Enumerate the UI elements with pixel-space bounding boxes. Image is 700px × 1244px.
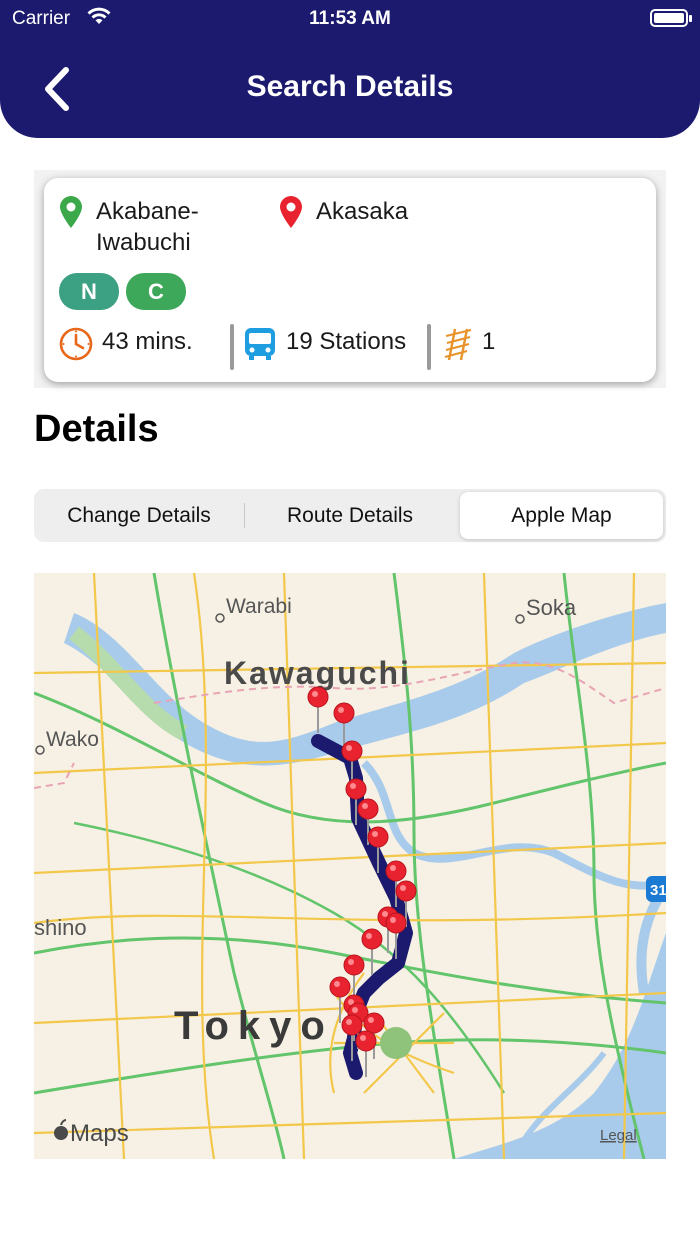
duration-text: 43 mins. [102,328,193,355]
station-pin-highlight [390,865,396,871]
station-pin-icon[interactable] [357,798,379,820]
destination-station: Akasaka [316,198,409,225]
station-pin-icon[interactable] [341,1014,363,1036]
tab-route-details[interactable]: Route Details [245,489,455,542]
station-pin-highlight [362,803,368,809]
station-pin-highlight [360,1035,366,1041]
station-pin-icon[interactable] [367,826,389,848]
maps-attribution: Maps [70,1120,129,1147]
station-pin-highlight [372,831,378,837]
station-pin-highlight [366,933,372,939]
map-label-warabi: Warabi [226,595,292,618]
station-pin-icon[interactable] [363,1012,385,1034]
station-pin-highlight [390,917,396,923]
station-pin-highlight [348,959,354,965]
station-pin-highlight [368,1017,374,1023]
page-title: Search Details [246,70,454,103]
transfers-count: 1 [482,328,496,355]
station-pin-highlight [346,745,352,751]
station-pin-highlight [382,911,388,917]
details-segmented-control: Change Details Route Details Apple Map [34,489,666,542]
station-pin-icon[interactable] [343,954,365,976]
station-pin-highlight [352,1007,358,1013]
status-bar: Carrier 11:53 AM [0,6,700,30]
station-pin-icon[interactable] [361,928,383,950]
station-pin-highlight [400,885,406,891]
station-pin-highlight [346,1019,352,1025]
line-badge-n: N [59,273,119,310]
clock-icon [59,327,93,361]
map-canvas: Warabi Soka Kawaguchi Wako shino Tokyo 3… [34,573,666,1159]
destination-pin-icon [280,196,302,228]
stations-count: 19 Stations [286,328,407,355]
station-pin-icon[interactable] [395,880,417,902]
tab-apple-map[interactable]: Apple Map [460,492,663,539]
bus-icon [245,328,275,360]
station-pin-icon[interactable] [329,976,351,998]
station-pin-icon[interactable] [341,740,363,762]
station-pin-icon[interactable] [307,686,329,708]
route-shield-number: 31 [650,882,666,899]
station-pin-highlight [350,783,356,789]
stat-divider [230,324,234,370]
map-label-shino: shino [34,915,87,940]
station-pin-icon[interactable] [385,860,407,882]
map-label-tokyo: Tokyo [174,1004,334,1048]
line-badge-c: C [126,273,186,310]
clock-time: 11:53 AM [309,8,391,29]
origin-station: Akabane- Iwabuchi [96,198,199,256]
station-pin-icon[interactable] [355,1030,377,1052]
station-pin-icon[interactable] [333,702,355,724]
header-bar: Carrier 11:53 AM Search Details [0,0,700,138]
map-label-kawaguchi: Kawaguchi [224,655,411,691]
details-heading: Details [34,408,159,450]
station-pin-icon[interactable] [345,778,367,800]
stat-divider [427,324,431,370]
map-label-wako: Wako [46,728,99,751]
ladder-transfer-icon [444,328,472,361]
legal-link[interactable]: Legal [600,1127,637,1144]
station-pin-icon[interactable] [385,912,407,934]
battery-icon [650,9,692,27]
origin-pin-icon [60,196,82,228]
route-map[interactable]: Warabi Soka Kawaguchi Wako shino Tokyo 3… [34,573,666,1159]
station-pin-highlight [334,981,340,987]
tab-change-details[interactable]: Change Details [34,489,244,542]
station-pin-highlight [312,691,318,697]
map-label-soka: Soka [526,595,577,620]
station-pin-highlight [338,707,344,713]
